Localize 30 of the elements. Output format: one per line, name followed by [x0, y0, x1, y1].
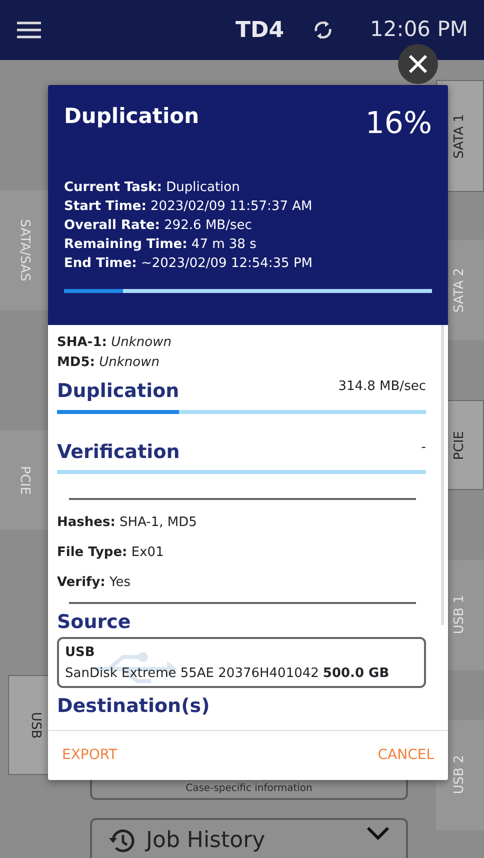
setting-line: Hashes: SHA-1, MD5 — [57, 514, 198, 532]
section-heading: Source — [57, 610, 132, 635]
chevron-down-icon — [366, 826, 390, 840]
device-size: 500.0 GB — [322, 664, 390, 682]
side-tab[interactable]: PCIE — [0, 430, 48, 530]
setting-line: Verify: Yes — [57, 574, 132, 592]
detail-line: Remaining Time: 47 m 38 s — [64, 236, 258, 254]
job-history-button[interactable]: Job History — [90, 818, 408, 858]
sync-icon[interactable] — [312, 18, 334, 42]
hash-line: MD5: Unknown — [57, 354, 160, 372]
info-text: Case-specific information — [184, 783, 314, 795]
stage-reading: - — [421, 438, 426, 456]
percent-text: 16% — [365, 105, 432, 143]
close-icon — [407, 53, 429, 75]
detail-line: Current Task: Duplication — [64, 179, 241, 197]
stage-name: Duplication — [57, 379, 180, 404]
side-tab[interactable]: SATA/SAS — [0, 190, 48, 310]
detail-line: End Time: ~2023/02/09 12:54:35 PM — [64, 255, 314, 273]
menu-icon[interactable] — [16, 20, 42, 40]
device-type: USB — [65, 644, 96, 662]
hash-line: SHA-1: Unknown — [57, 334, 172, 352]
detail-line: Start Time: 2023/02/09 11:57:37 AM — [64, 198, 314, 216]
dialog-title: Duplication — [64, 103, 200, 130]
setting-line: File Type: Ex01 — [57, 544, 165, 562]
clock-time: 12:06 PM — [370, 16, 468, 44]
detail-line: Overall Rate: 292.6 MB/sec — [64, 217, 253, 235]
device-name: SanDisk Extreme 55AE 20376H401042 — [65, 664, 319, 682]
stage-name: Verification — [57, 440, 180, 464]
app-title: TD4 — [235, 16, 284, 44]
stage-reading: 314.8 MB/sec — [338, 378, 426, 396]
